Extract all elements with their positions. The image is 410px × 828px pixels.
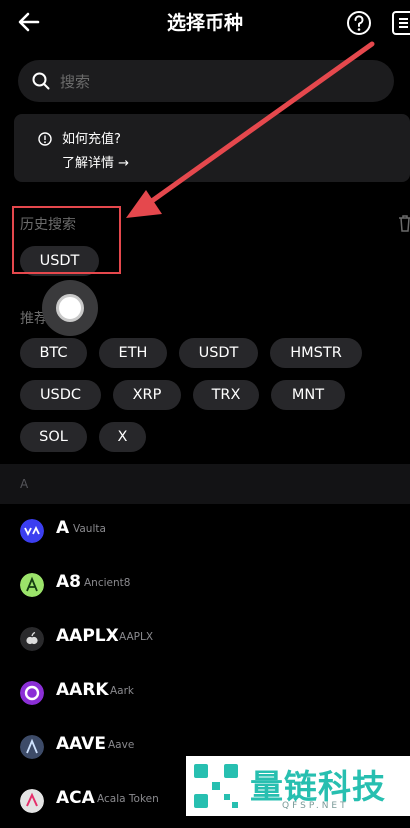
search-box[interactable] <box>18 60 394 104</box>
ancient8-icon <box>20 573 44 597</box>
recommend-chip-hmstr[interactable]: HMSTR <box>270 338 362 368</box>
coin-row[interactable]: A Vaulta <box>0 504 410 558</box>
watermark: 量链科技 QFSP.NET <box>186 756 410 816</box>
question-circle-icon[interactable] <box>346 10 372 36</box>
section-header: A <box>0 464 410 504</box>
recommend-chip-usdc[interactable]: USDC <box>20 380 101 410</box>
header: 选择币种 <box>0 0 410 44</box>
recommend-chip-eth[interactable]: ETH <box>99 338 167 368</box>
recommend-chip-mnt[interactable]: MNT <box>271 380 345 410</box>
annotation-highlight-box <box>12 206 121 274</box>
coin-row[interactable]: AARK Aark <box>0 666 410 720</box>
coin-symbol: AAVE <box>56 734 106 754</box>
coin-name: Aark <box>110 685 135 697</box>
learn-more-link[interactable]: 了解详情 → <box>62 152 129 171</box>
coin-symbol: A8 <box>56 572 81 592</box>
deposit-help-title: 如何充值? <box>62 132 121 147</box>
coin-name: Aave <box>108 739 135 751</box>
coin-name: Vaulta <box>73 523 106 535</box>
aark-icon <box>20 681 44 705</box>
coin-row[interactable]: A8 Ancient8 <box>0 558 410 612</box>
recommend-chip-sol[interactable]: SOL <box>20 422 87 452</box>
trash-icon[interactable] <box>398 214 410 232</box>
deposit-help-card: 如何充值? 了解详情 → <box>14 114 410 182</box>
search-icon <box>32 72 50 90</box>
coin-symbol: AAPLX <box>56 626 119 646</box>
coin-symbol: ACA <box>56 788 95 808</box>
qfsp-logo-icon <box>194 764 238 808</box>
coin-symbol: A <box>56 518 70 538</box>
coin-symbol: AARK <box>56 680 109 700</box>
recommend-chip-trx[interactable]: TRX <box>193 380 259 410</box>
aave-icon <box>20 735 44 759</box>
coin-name: Acala Token <box>97 793 159 805</box>
recommend-chip-x[interactable]: X <box>99 422 146 452</box>
info-icon <box>38 132 52 146</box>
coin-name: Ancient8 <box>84 577 131 589</box>
search-input[interactable] <box>58 60 382 104</box>
acala-icon <box>20 789 44 813</box>
assistive-touch-button[interactable] <box>42 280 98 336</box>
list-icon[interactable] <box>392 10 410 36</box>
apple-icon <box>20 627 44 651</box>
coin-name: AAPLX <box>119 631 154 643</box>
recommend-chip-usdt[interactable]: USDT <box>179 338 258 368</box>
watermark-domain: QFSP.NET <box>282 801 349 811</box>
section-letter: A <box>20 477 29 491</box>
vaulta-icon <box>20 519 44 543</box>
coin-row[interactable]: AAPLX AAPLX <box>0 612 410 666</box>
assistive-touch-dot <box>56 294 84 322</box>
recommend-chip-xrp[interactable]: XRP <box>113 380 181 410</box>
recommend-chip-btc[interactable]: BTC <box>20 338 87 368</box>
